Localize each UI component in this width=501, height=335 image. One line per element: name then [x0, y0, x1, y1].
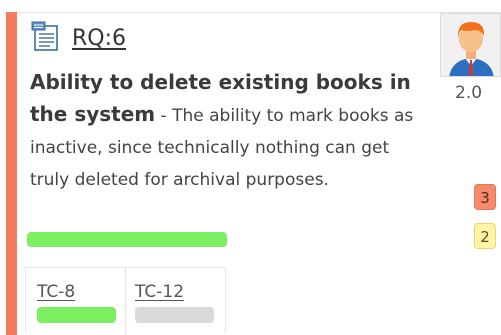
owner-avatar[interactable]	[440, 13, 501, 77]
test-case-status-fill-tc8	[37, 307, 116, 323]
title-separator: -	[155, 106, 173, 126]
requirement-icon	[31, 21, 58, 51]
requirement-progress-fill	[27, 232, 227, 247]
test-coverage-divider	[125, 267, 126, 335]
count-badge-yellow[interactable]: 2	[474, 223, 496, 249]
card-accent-bar	[6, 12, 17, 335]
requirement-card: RQ:6 Ability to delete existing books in…	[0, 0, 501, 335]
card-top-border	[17, 12, 501, 13]
test-case-status-bar-tc12	[135, 307, 214, 323]
requirement-progress-bar	[27, 232, 227, 247]
version-label: 2.0	[455, 83, 483, 103]
test-case-status-bar-tc8	[37, 307, 116, 323]
test-case-link-tc12[interactable]: TC-12	[135, 282, 184, 302]
requirement-id-link[interactable]: RQ:6	[72, 26, 126, 51]
count-badge-red[interactable]: 3	[474, 184, 496, 210]
requirement-description: Ability to delete existing books in the …	[30, 67, 425, 196]
person-avatar-icon	[441, 14, 500, 76]
test-case-link-tc8[interactable]: TC-8	[37, 282, 75, 302]
